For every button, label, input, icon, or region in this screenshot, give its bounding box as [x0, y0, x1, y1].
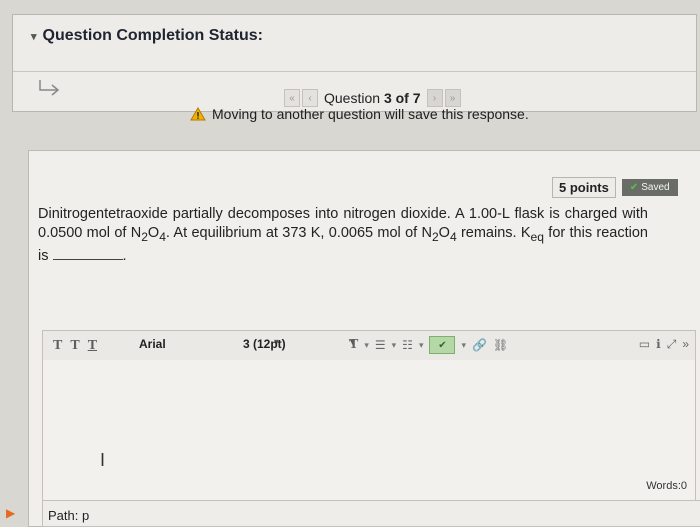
font-size-select[interactable]: 3 (12pt) ▾ — [243, 337, 355, 351]
word-count: Words:0 — [646, 480, 687, 492]
points-area: 5 points ✔ Saved — [552, 176, 678, 198]
fullscreen-icon[interactable]: ⤢ — [667, 337, 677, 352]
unlink-icon[interactable]: ⛓ — [493, 338, 508, 352]
chevron-down-icon[interactable]: ▾ — [31, 30, 37, 43]
format-bold-button[interactable]: T — [53, 338, 62, 354]
chevron-down-icon[interactable]: ▾ — [461, 340, 466, 351]
check-icon: ✔ — [629, 181, 639, 193]
format-underline-button[interactable]: T — [88, 338, 97, 354]
warning-text: Moving to another question will save thi… — [212, 106, 529, 122]
toolbar-tools: T ▾ ☰ ▾ ☷ ▾ ✔ ▾ 🔗 ⛓ — [349, 336, 508, 354]
editor-toolbar: T T T Arial ▾ 3 (12pt) ▾ T ▾ ☰ ▾ ☷ ▾ ✔ ▾… — [42, 330, 696, 362]
status-heading-label: Question Completion Status: — [42, 27, 263, 44]
info-icon[interactable]: ℹ — [656, 337, 661, 352]
answer-blank — [52, 258, 123, 260]
last-question-button[interactable]: » — [444, 89, 461, 107]
question-navigation: « ‹ Question 3 of 7 › » — [284, 88, 461, 108]
toolbar-right: ▭ ℹ ⤢ » — [639, 337, 689, 352]
saved-label: Saved — [641, 181, 670, 193]
link-icon[interactable]: 🔗 — [472, 338, 487, 352]
save-warning: Moving to another question will save thi… — [190, 106, 529, 122]
spellcheck-icon[interactable]: ✔ — [429, 336, 456, 354]
format-italic-button[interactable]: T — [70, 338, 79, 354]
numbered-list-icon[interactable]: ☷ — [402, 338, 413, 352]
question-number: 3 of 7 — [383, 90, 421, 106]
play-icon[interactable]: ▶ — [6, 506, 15, 520]
collapse-icon[interactable]: » — [682, 337, 689, 352]
text-cursor-icon: I — [100, 450, 106, 470]
status-heading[interactable]: ▾ Question Completion Status: — [31, 27, 263, 45]
warning-icon — [190, 107, 206, 121]
chevron-down-icon[interactable]: ▾ — [419, 340, 424, 351]
text-color-button[interactable]: T — [349, 337, 358, 353]
bullet-list-icon[interactable]: ☰ — [375, 338, 386, 352]
question-text: Dinitrogentetraoxide partially decompose… — [38, 206, 648, 264]
preview-icon[interactable]: ▭ — [639, 337, 650, 352]
first-question-button[interactable]: « — [284, 89, 300, 107]
editor-path: Path: p — [48, 508, 90, 523]
path-bar — [42, 500, 700, 527]
points-label: 5 points — [552, 176, 616, 198]
font-size-value: 3 (12pt) — [243, 337, 286, 351]
saved-badge: ✔ Saved — [621, 178, 678, 196]
question-prefix: Question — [324, 90, 381, 106]
next-question-button[interactable]: › — [426, 89, 443, 107]
chevron-down-icon[interactable]: ▾ — [392, 340, 397, 351]
question-counter: Question 3 of 7 — [320, 90, 425, 106]
chevron-down-icon[interactable]: ▾ — [364, 340, 369, 351]
font-family-value: Arial — [139, 337, 166, 351]
answer-editor[interactable]: Words:0 — [42, 360, 696, 501]
previous-question-button[interactable]: ‹ — [302, 89, 318, 107]
return-arrow-icon — [39, 80, 60, 96]
